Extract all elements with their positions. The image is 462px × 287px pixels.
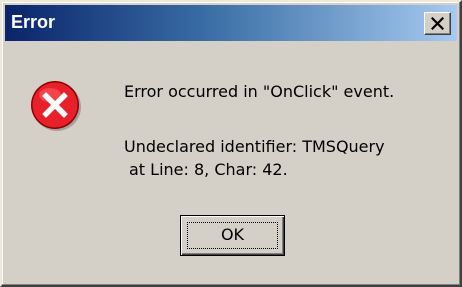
error-detail-identifier: Undeclared identifier: TMSQuery	[124, 137, 385, 156]
error-dialog: Error Error occurred in "OnClick" event.…	[0, 0, 462, 287]
error-icon	[31, 81, 81, 131]
close-button[interactable]	[424, 12, 451, 35]
ok-button[interactable]: OK	[180, 215, 285, 256]
window-title: Error	[11, 12, 56, 32]
error-detail-location: at Line: 8, Char: 42.	[129, 160, 288, 179]
ok-button-label: OK	[220, 225, 245, 244]
close-icon	[431, 17, 444, 30]
error-message: Error occurred in "OnClick" event.	[124, 82, 395, 101]
title-bar[interactable]: Error	[5, 5, 457, 41]
